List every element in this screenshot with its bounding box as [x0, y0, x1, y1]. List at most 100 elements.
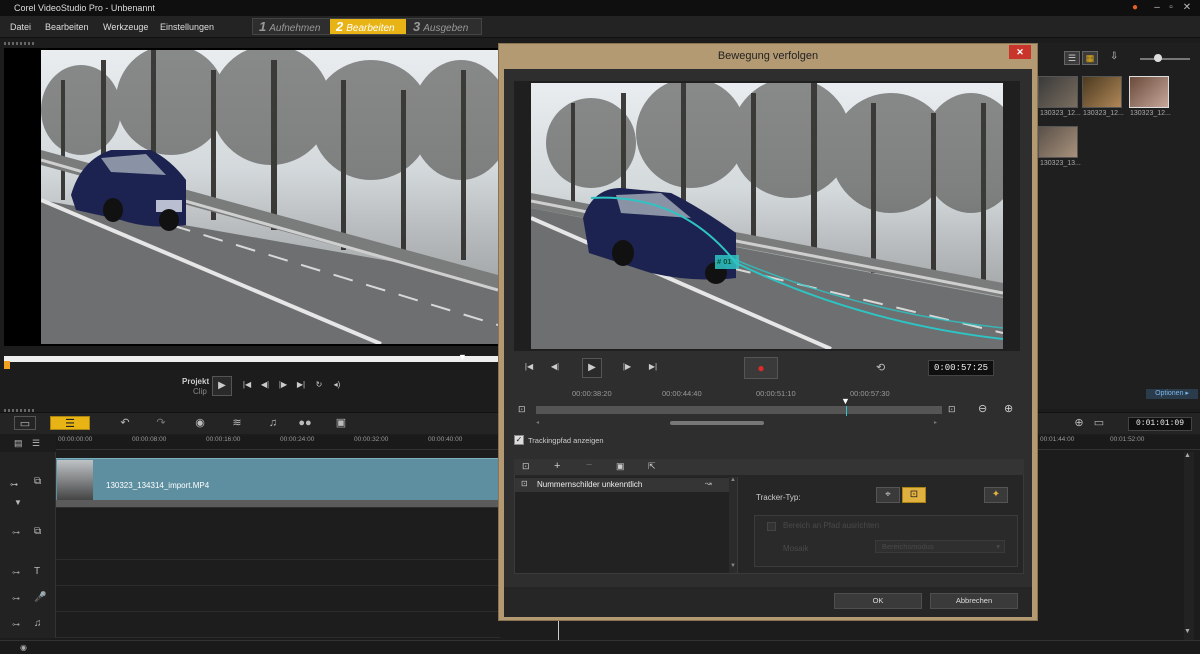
cancel-button[interactable]: Abbrechen [930, 593, 1018, 609]
scroll-icon[interactable]: ◉ [20, 643, 34, 652]
timeline-scrollbar[interactable]: ◉ [0, 640, 1200, 654]
scroll-down-icon[interactable]: ▼ [1184, 628, 1194, 638]
video-clip[interactable]: 130323_134314_import.MP4 [56, 458, 500, 500]
zoom-in-icon[interactable]: ⊕ [1070, 416, 1088, 430]
link-icon[interactable]: ⊶ [12, 568, 20, 577]
fit-project-icon[interactable]: ▭ [1090, 416, 1108, 430]
title-track-icon[interactable]: T [34, 566, 40, 577]
multipoint-tracker-button[interactable]: ✦ [984, 487, 1008, 503]
record-capture-icon[interactable]: ◉ [191, 416, 209, 430]
menu-bearbeiten[interactable]: Bearbeiten [45, 16, 89, 38]
step-bearbeiten[interactable]: 2 Bearbeiten [330, 19, 406, 34]
menu-einstellungen[interactable]: Einstellungen [160, 16, 214, 38]
tracking-marker-label[interactable]: # 01 [717, 257, 732, 266]
redo-icon[interactable]: ↷ [152, 416, 170, 430]
add-tracker-icon[interactable]: + [554, 460, 560, 472]
scroll-left-icon[interactable]: ◂ [536, 419, 539, 426]
track-manager-icon[interactable]: ▤ [14, 438, 28, 448]
options-button[interactable]: Optionen ▸ [1146, 389, 1198, 399]
rename-tracker-icon[interactable]: ▣ [616, 461, 625, 472]
dialog-next-frame-button[interactable]: |▶ [620, 361, 634, 375]
dialog-zoom-out-icon[interactable]: ⊖ [978, 402, 987, 415]
scroll-up-icon[interactable]: ▲ [730, 477, 736, 483]
dialog-timecode[interactable]: 0:00:57:25 [928, 360, 994, 376]
subtitle-editor-icon[interactable]: ▣ [332, 416, 350, 430]
timeline-ruler-right[interactable]: 00:01:44:00 00:01:52:00 [1038, 436, 1200, 450]
remove-tracker-icon[interactable]: − [586, 459, 592, 471]
vertical-scrollbar[interactable]: ▲ ▼ [1184, 452, 1194, 640]
tracker-options-icon[interactable]: ⊡ [522, 461, 530, 472]
chapter-icon[interactable]: ☰ [32, 438, 46, 448]
scroll-up-icon[interactable]: ▲ [1184, 452, 1194, 462]
preview-scrubber[interactable]: ▼ [4, 352, 498, 369]
step-aufnehmen[interactable]: 1 Aufnehmen [253, 19, 329, 34]
next-frame-button[interactable]: |▶ [276, 379, 290, 393]
dialog-scrubber-handle-icon[interactable]: ▼ [841, 396, 851, 406]
timeline-ruler[interactable]: 00:00:00:00 00:00:08:00 00:00:16:00 00:0… [56, 436, 500, 450]
library-thumb-4[interactable] [1038, 126, 1078, 158]
sort-icon[interactable]: ⇩ [1110, 51, 1124, 65]
tracking-video-frame[interactable]: # 01 [531, 83, 1003, 349]
prev-frame-button[interactable]: ◀| [258, 379, 272, 393]
dialog-prev-frame-button[interactable]: ◀| [548, 361, 562, 375]
link-icon[interactable]: ⊶ [10, 480, 18, 489]
link-icon[interactable]: ⊶ [12, 594, 20, 603]
mark-in-icon[interactable]: ⊡ [518, 404, 526, 415]
dialog-play-button[interactable]: ▶ [582, 358, 602, 378]
voice-track-icon[interactable]: 🎤 [34, 592, 46, 603]
project-mode-label[interactable]: Projekt [182, 377, 209, 386]
clip-mode-label[interactable]: Clip [193, 387, 207, 396]
area-tracker-button[interactable]: ⊡ [902, 487, 926, 503]
library-thumb-2[interactable] [1082, 76, 1122, 108]
dialog-timeline-track[interactable] [536, 406, 942, 414]
dialog-zoom-in-icon[interactable]: ⊕ [1004, 402, 1013, 415]
dialog-close-button[interactable]: ✕ [1009, 45, 1031, 59]
menu-datei[interactable]: Datei [10, 16, 31, 38]
tracker-list-item[interactable]: ⊡ Nummernschilder unkenntlich ↝ [515, 478, 737, 492]
step-ausgeben[interactable]: 3 Ausgeben [407, 19, 482, 34]
thumbnail-view-icon[interactable]: ▦ [1082, 51, 1098, 65]
overlay-track-icon[interactable]: ⧉ [34, 526, 41, 537]
music-track-icon[interactable]: ♫ [34, 618, 42, 629]
motion-tracking-icon[interactable]: ●● [296, 416, 314, 430]
zoom-slider-handle[interactable] [1154, 54, 1162, 62]
play-button[interactable]: ▶ [212, 376, 232, 396]
dialog-horizontal-scrollbar[interactable] [670, 421, 764, 425]
storyboard-view-icon[interactable]: ▭ [14, 416, 36, 430]
ruler-label: 00:00:40:00 [428, 436, 463, 443]
link-icon[interactable]: ⊶ [12, 620, 20, 629]
undo-icon[interactable]: ↶ [116, 416, 134, 430]
timeline-timecode[interactable]: 0:01:01:09 [1128, 417, 1192, 431]
menu-werkzeuge[interactable]: Werkzeuge [103, 16, 148, 38]
video-track-icon[interactable]: ⧉ [34, 476, 41, 487]
scrubber-handle-icon[interactable]: ▼ [458, 352, 468, 362]
scroll-down-icon[interactable]: ▼ [730, 563, 736, 569]
end-button[interactable]: ▶| [294, 379, 308, 393]
export-tracker-icon[interactable]: ⇱ [648, 461, 656, 472]
auto-music-icon[interactable]: ♫ [264, 416, 282, 430]
list-view-icon[interactable]: ☰ [1064, 51, 1080, 65]
point-tracker-button[interactable]: ⌖ [876, 487, 900, 503]
library-thumb-3[interactable] [1129, 76, 1169, 108]
tracker-list-scrollbar[interactable]: ▲ ▼ [729, 477, 737, 573]
link-icon[interactable]: ⊶ [12, 528, 20, 537]
reset-history-icon[interactable]: ⟲ [876, 361, 885, 374]
mark-out-icon[interactable]: ⊡ [948, 404, 956, 415]
start-button[interactable]: |◀ [240, 379, 254, 393]
repeat-icon[interactable]: ↻ [312, 379, 326, 393]
volume-icon[interactable]: ◂) [330, 379, 344, 393]
expand-arrow-icon[interactable]: ▼ [14, 498, 22, 507]
tracker-path-icon[interactable]: ↝ [705, 479, 712, 488]
track-motion-button[interactable]: ● [744, 357, 778, 379]
show-path-checkbox[interactable]: ✓ [514, 435, 524, 445]
zoom-slider[interactable] [1140, 58, 1190, 60]
scroll-right-icon[interactable]: ▸ [934, 419, 937, 426]
library-thumb-1[interactable] [1038, 76, 1078, 108]
window-close-button[interactable]: ✕ [1176, 0, 1198, 16]
dialog-start-button[interactable]: |◀ [522, 361, 536, 375]
audio-mixer-icon[interactable]: ≋ [228, 416, 246, 430]
ok-button[interactable]: OK [834, 593, 922, 609]
timeline-view-icon[interactable]: ☰ [50, 416, 90, 430]
dialog-end-button[interactable]: ▶| [646, 361, 660, 375]
panel-grip[interactable] [4, 42, 34, 45]
